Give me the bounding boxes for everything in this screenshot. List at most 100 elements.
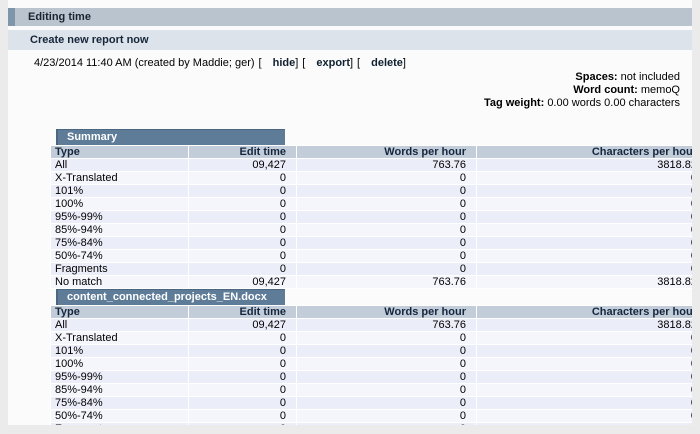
col-characters-per-hour: Characters per hour bbox=[477, 306, 692, 318]
row-type-label: 85%-94% bbox=[51, 384, 188, 396]
row-type-label: 100% bbox=[51, 198, 188, 210]
row-value: 0 bbox=[477, 410, 692, 422]
table-header-row: Type Edit time Words per hour Characters… bbox=[51, 306, 692, 318]
row-value: 09,427 bbox=[189, 159, 296, 171]
editing-time-header: Editing time bbox=[8, 8, 692, 26]
col-characters-per-hour: Characters per hour bbox=[477, 146, 692, 158]
row-value: 0 bbox=[189, 384, 296, 396]
row-value: 0 bbox=[477, 224, 692, 236]
row-value: 0 bbox=[477, 211, 692, 223]
row-value: 0 bbox=[189, 250, 296, 262]
row-value: 0 bbox=[297, 263, 476, 275]
row-value: 0 bbox=[297, 224, 476, 236]
row-value: 0 bbox=[189, 358, 296, 370]
row-type-label: No match bbox=[51, 276, 188, 288]
row-value: 0 bbox=[189, 332, 296, 344]
row-value: 0 bbox=[189, 345, 296, 357]
row-type-label: 95%-99% bbox=[51, 211, 188, 223]
row-value: 0 bbox=[477, 332, 692, 344]
report-meta-line: 4/23/2014 11:40 AM (created by Maddie; g… bbox=[34, 57, 692, 69]
row-type-label: 101% bbox=[51, 185, 188, 197]
table-row: Fragments000 bbox=[51, 263, 692, 275]
row-type-label: 75%-84% bbox=[51, 397, 188, 409]
row-value: 0 bbox=[297, 345, 476, 357]
spaces-setting: Spaces: not included bbox=[8, 71, 680, 84]
row-type-label: 100% bbox=[51, 358, 188, 370]
table-row: 101%000 bbox=[51, 185, 692, 197]
row-value: 763.76 bbox=[297, 276, 476, 288]
row-value: 0 bbox=[189, 211, 296, 223]
row-value: 0 bbox=[477, 172, 692, 184]
export-link[interactable]: export bbox=[316, 57, 350, 69]
row-value: 0 bbox=[297, 410, 476, 422]
table-row: All09,427763.763818.82 bbox=[51, 319, 692, 331]
table-row: X-Translated000 bbox=[51, 172, 692, 184]
row-type-label: X-Translated bbox=[51, 332, 188, 344]
document-section-title: content_connected_projects_EN.docx bbox=[56, 289, 285, 305]
row-value: 0 bbox=[189, 423, 296, 425]
col-edit-time: Edit time bbox=[189, 146, 296, 158]
table-row: 95%-99%000 bbox=[51, 211, 692, 223]
row-value: 3818.82 bbox=[477, 319, 692, 331]
summary-section-title: Summary bbox=[56, 129, 285, 145]
row-value: 0 bbox=[189, 237, 296, 249]
report-settings: Spaces: not included Word count: memoQ T… bbox=[8, 71, 680, 110]
table-row: 50%-74%000 bbox=[51, 250, 692, 262]
row-type-label: X-Translated bbox=[51, 172, 188, 184]
table-header-row: Type Edit time Words per hour Characters… bbox=[51, 146, 692, 158]
row-value: 0 bbox=[189, 397, 296, 409]
col-type: Type bbox=[51, 146, 188, 158]
row-type-label: 95%-99% bbox=[51, 371, 188, 383]
row-value: 0 bbox=[189, 410, 296, 422]
table-row: 85%-94%000 bbox=[51, 224, 692, 236]
row-value: 0 bbox=[189, 172, 296, 184]
row-value: 0 bbox=[297, 172, 476, 184]
row-type-label: 50%-74% bbox=[51, 250, 188, 262]
word-count-setting: Word count: memoQ bbox=[8, 84, 680, 97]
row-type-label: Fragments bbox=[51, 423, 188, 425]
row-value: 0 bbox=[189, 263, 296, 275]
row-value: 0 bbox=[297, 423, 476, 425]
page-title: Editing time bbox=[15, 8, 91, 26]
row-value: 0 bbox=[297, 185, 476, 197]
row-type-label: All bbox=[51, 159, 188, 171]
row-value: 0 bbox=[297, 384, 476, 396]
col-edit-time: Edit time bbox=[189, 306, 296, 318]
summary-section: Summary Type Edit time Words per hour Ch… bbox=[50, 129, 692, 289]
row-value: 0 bbox=[189, 371, 296, 383]
row-type-label: 85%-94% bbox=[51, 224, 188, 236]
row-value: 0 bbox=[189, 198, 296, 210]
col-words-per-hour: Words per hour bbox=[297, 306, 476, 318]
row-value: 3818.82 bbox=[477, 276, 692, 288]
col-words-per-hour: Words per hour bbox=[297, 146, 476, 158]
create-new-report-button[interactable]: Create new report now bbox=[8, 30, 692, 50]
row-type-label: Fragments bbox=[51, 263, 188, 275]
row-value: 763.76 bbox=[297, 159, 476, 171]
report-created-text: 4/23/2014 11:40 AM (created by Maddie; g… bbox=[34, 57, 255, 69]
row-value: 0 bbox=[477, 185, 692, 197]
row-value: 3818.82 bbox=[477, 159, 692, 171]
table-row: 50%-74%000 bbox=[51, 410, 692, 422]
document-section: content_connected_projects_EN.docx Type … bbox=[50, 289, 692, 425]
row-value: 0 bbox=[477, 345, 692, 357]
table-row: 95%-99%000 bbox=[51, 371, 692, 383]
row-type-label: 101% bbox=[51, 345, 188, 357]
table-row: 85%-94%000 bbox=[51, 384, 692, 396]
delete-link[interactable]: delete bbox=[371, 57, 403, 69]
table-row: All09,427763.763818.82 bbox=[51, 159, 692, 171]
table-row: X-Translated000 bbox=[51, 332, 692, 344]
col-type: Type bbox=[51, 306, 188, 318]
row-value: 0 bbox=[477, 250, 692, 262]
row-value: 0 bbox=[297, 371, 476, 383]
row-value: 0 bbox=[477, 384, 692, 396]
row-value: 0 bbox=[477, 198, 692, 210]
table-row: No match09,427763.763818.82 bbox=[51, 276, 692, 288]
table-row: 100%000 bbox=[51, 358, 692, 370]
row-value: 0 bbox=[477, 358, 692, 370]
hide-link[interactable]: hide bbox=[273, 57, 296, 69]
row-value: 09,427 bbox=[189, 276, 296, 288]
report-page: Editing time Create new report now 4/23/… bbox=[8, 0, 692, 425]
row-value: 0 bbox=[189, 185, 296, 197]
row-value: 0 bbox=[297, 211, 476, 223]
row-value: 09,427 bbox=[189, 319, 296, 331]
